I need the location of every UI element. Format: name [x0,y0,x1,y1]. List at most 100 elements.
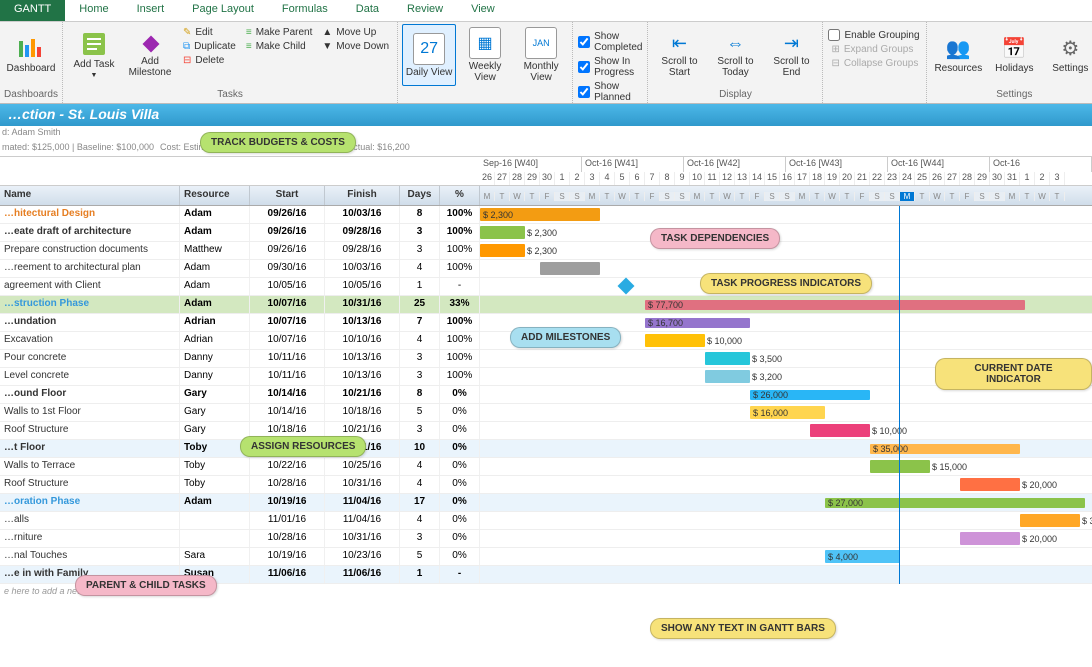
tab-formulas[interactable]: Formulas [268,0,342,21]
gantt-bar[interactable]: $ 3,500 [705,352,750,365]
calendar-icon: JAN [525,27,557,59]
task-row[interactable]: …oration PhaseAdam10/19/1611/04/16170%$ … [0,494,1092,512]
gantt-bar[interactable]: $ 20,000 [960,478,1020,491]
current-date-line [899,206,900,584]
task-row[interactable]: …t FloorToby10/22/1610/31/16100%$ 35,000 [0,440,1092,458]
enable-grouping-checkbox[interactable]: Enable Grouping [827,28,922,42]
task-row[interactable]: agreement with ClientAdam10/05/1610/05/1… [0,278,1092,296]
task-row[interactable]: …reement to architectural planAdam09/30/… [0,260,1092,278]
timeline-month: Oct-16 [W41] [582,157,684,172]
tab-data[interactable]: Data [342,0,393,21]
tab-review[interactable]: Review [393,0,457,21]
task-row[interactable]: …rniture10/28/1610/31/1630%$ 20,000 [0,530,1092,548]
task-row[interactable]: Prepare construction documentsMatthew09/… [0,242,1092,260]
timeline-day: 11 [705,172,720,185]
daily-view-button[interactable]: 27Daily View [402,24,456,86]
task-row[interactable]: Walls to 1st FloorGary10/14/1610/18/1650… [0,404,1092,422]
people-icon: 👥 [946,36,971,61]
milestone-marker[interactable] [618,278,635,295]
task-row[interactable]: …hitectural DesignAdam09/26/1610/03/1681… [0,206,1092,224]
gantt-bar[interactable]: $ 16,000 [750,406,825,419]
task-row[interactable]: Walls to TerraceToby10/22/1610/25/1640%$… [0,458,1092,476]
scroll-start-button[interactable]: ⇤Scroll to Start [652,24,706,86]
task-row[interactable]: …ound FloorGary10/14/1610/21/1680%$ 26,0… [0,386,1092,404]
gantt-bar[interactable]: $ 4,000 [825,550,900,563]
add-milestone-button[interactable]: Add Milestone [123,24,177,86]
tab-page-layout[interactable]: Page Layout [178,0,268,21]
gantt-bar[interactable]: $ 35,000 [870,444,1020,454]
gantt-bar[interactable]: $ 2,300 [480,208,600,221]
col-name[interactable]: Name [0,186,180,205]
move-up-button[interactable]: ▲Move Up [318,26,393,39]
gantt-bar[interactable]: $ 15,000 [870,460,930,473]
expand-groups-button[interactable]: ⊞Expand Groups [827,43,922,56]
gantt-bar[interactable]: $ 3,200 [705,370,750,383]
delete-button[interactable]: ⊟Delete [179,54,240,67]
gantt-bar[interactable]: $ 77,700 [645,300,1025,310]
timeline-day: 28 [960,172,975,185]
gantt-bar[interactable]: $ 2,300 [480,226,525,239]
make-parent-button[interactable]: ≡Make Parent [242,26,317,39]
timeline-header: Sep-16 [W40]Oct-16 [W41]Oct-16 [W42]Oct-… [0,156,1092,186]
col-days[interactable]: Days [400,186,440,205]
scroll-today-button[interactable]: ⇔Scroll to Today [708,24,762,86]
scroll-end-button[interactable]: ⇥Scroll to End [764,24,818,86]
timeline-dow: S [660,192,675,201]
task-row[interactable]: …eate draft of architectureAdam09/26/160… [0,224,1092,242]
gantt-bar[interactable]: $ 16,700 [645,318,750,328]
task-row[interactable]: …alls11/01/1611/04/1640%$ 3,0 [0,512,1092,530]
ribbon: Dashboard Dashboards Add Task▼ Add Miles… [0,22,1092,104]
task-row[interactable]: Pour concreteDanny10/11/1610/13/163100%$… [0,350,1092,368]
edit-button[interactable]: ✎Edit [179,26,240,39]
minus-icon: ⊟ [183,55,191,66]
gantt-bar[interactable] [540,262,600,275]
expand-icon: ⊞ [831,44,839,55]
timeline-dow: M [690,192,705,201]
tab-insert[interactable]: Insert [123,0,179,21]
dashboard-button[interactable]: Dashboard [4,24,58,86]
col-resource[interactable]: Resource [180,186,250,205]
task-row[interactable]: …nal TouchesSara10/19/1610/23/1650%$ 4,0… [0,548,1092,566]
show-planned-checkbox[interactable]: Show Planned [577,80,643,104]
timeline-month: Oct-16 [W42] [684,157,786,172]
task-row[interactable]: Roof StructureGary10/18/1610/21/1630%$ 1… [0,422,1092,440]
gantt-bar[interactable]: $ 27,000 [825,498,1085,508]
monthly-view-button[interactable]: JANMonthly View [514,24,568,86]
gantt-bar[interactable]: $ 10,000 [810,424,870,437]
holidays-button[interactable]: 📅Holidays [987,24,1041,86]
resources-button[interactable]: 👥Resources [931,24,985,86]
move-down-button[interactable]: ▼Move Down [318,40,393,53]
gantt-bar[interactable]: $ 10,000 [645,334,705,347]
tab-gantt[interactable]: GANTT [0,0,65,21]
show-inprogress-checkbox[interactable]: Show In Progress [577,55,643,79]
gantt-bar[interactable]: $ 20,000 [960,532,1020,545]
col-finish[interactable]: Finish [325,186,400,205]
make-child-button[interactable]: ≡Make Child [242,40,317,53]
gantt-bar[interactable]: $ 3,0 [1020,514,1080,527]
show-completed-checkbox[interactable]: Show Completed [577,30,643,54]
timeline-day: 8 [660,172,675,185]
timeline-dow: S [570,192,585,201]
task-row[interactable]: Level concreteDanny10/11/1610/13/163100%… [0,368,1092,386]
tab-home[interactable]: Home [65,0,122,21]
timeline-day: 16 [780,172,795,185]
gantt-bar[interactable]: $ 2,300 [480,244,525,257]
timeline-dow: T [705,192,720,201]
task-row[interactable]: Roof StructureToby10/28/1610/31/1640%$ 2… [0,476,1092,494]
timeline-dow: T [840,192,855,201]
timeline-day: 2 [570,172,585,185]
col-pct[interactable]: % [440,186,480,205]
duplicate-button[interactable]: ⧉Duplicate [179,40,240,53]
timeline-day: 25 [915,172,930,185]
callout-bartext: SHOW ANY TEXT IN GANTT BARS [650,618,836,639]
timeline-day: 29 [525,172,540,185]
add-task-button[interactable]: Add Task▼ [67,24,121,86]
task-row[interactable]: …struction PhaseAdam10/07/1610/31/162533… [0,296,1092,314]
weekly-view-button[interactable]: ▦Weekly View [458,24,512,86]
settings-button[interactable]: ⚙Settings [1043,24,1092,86]
collapse-groups-button[interactable]: ⊟Collapse Groups [827,57,922,70]
timeline-day: 17 [795,172,810,185]
gantt-bar[interactable]: $ 26,000 [750,390,870,400]
col-start[interactable]: Start [250,186,325,205]
tab-view[interactable]: View [457,0,509,21]
